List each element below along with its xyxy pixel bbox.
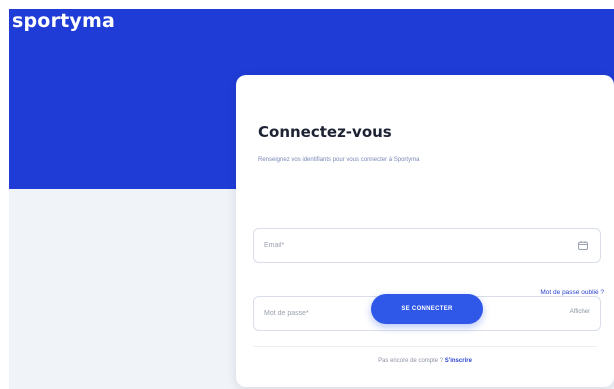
calendar-icon[interactable] xyxy=(578,241,588,250)
show-password-toggle[interactable]: Afficher xyxy=(570,309,590,315)
email-field[interactable] xyxy=(253,228,601,263)
signup-link[interactable]: S'inscrire xyxy=(445,358,472,364)
login-button[interactable]: SE CONNECTER xyxy=(371,294,483,324)
signup-prompt: Pas encore de compte ? xyxy=(378,358,445,364)
forgot-password-link[interactable]: Mot de passe oublié ? xyxy=(540,289,604,296)
login-card: Connectez-vous Renseignez vos identifian… xyxy=(236,75,614,387)
email-input[interactable] xyxy=(264,229,554,262)
login-title: Connectez-vous xyxy=(258,123,392,141)
sportyma-logo[interactable]: sportyma xyxy=(12,10,115,32)
signup-row: Pas encore de compte ? S'inscrire xyxy=(236,358,614,364)
login-subtitle: Renseignez vos identifiants pour vous co… xyxy=(258,157,420,163)
page-frame: sportyma Connectez-vous Renseignez vos i… xyxy=(9,9,614,389)
card-divider xyxy=(253,346,597,347)
